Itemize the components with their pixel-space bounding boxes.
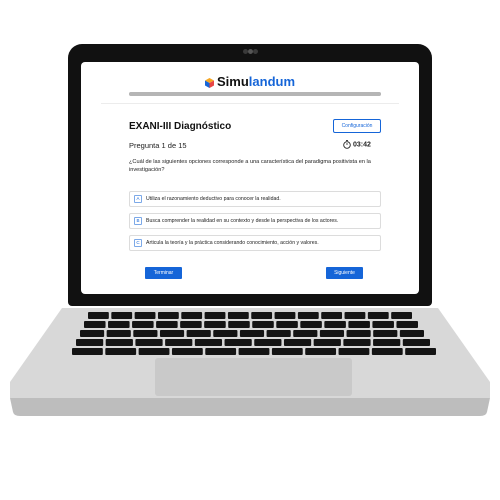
keyboard-key xyxy=(274,312,296,319)
keyboard-key xyxy=(105,339,133,346)
keyboard-key xyxy=(135,339,163,346)
progress-fill xyxy=(129,92,381,96)
keyboard-key xyxy=(300,321,322,328)
keyboard-key xyxy=(138,348,170,355)
stopwatch-icon xyxy=(343,140,351,149)
keyboard-key xyxy=(227,312,249,319)
next-button[interactable]: Siguiente xyxy=(326,267,363,279)
keyboard-key xyxy=(396,321,418,328)
keyboard-key xyxy=(111,312,133,319)
config-button[interactable]: Configuración xyxy=(333,119,381,133)
keyboard-key xyxy=(76,339,104,346)
keyboard-key xyxy=(319,330,345,337)
option-c[interactable]: C Articula la teoría y la práctica consi… xyxy=(129,235,381,251)
keyboard-key xyxy=(80,330,105,337)
option-text: Busca comprender la realidad en su conte… xyxy=(146,218,339,224)
screen: Simulandum EXANI-III Diagnóstico Configu… xyxy=(81,62,419,294)
keyboard-key xyxy=(108,321,130,328)
timer-value: 03:42 xyxy=(353,141,371,149)
keyboard-key xyxy=(266,330,291,337)
keyboard-key xyxy=(373,339,401,346)
keyboard-key xyxy=(228,321,250,328)
keyboard-key xyxy=(181,312,203,319)
keyboard-key xyxy=(194,339,223,346)
keyboard-key xyxy=(305,348,337,355)
header-divider xyxy=(101,103,399,104)
option-a[interactable]: A Utiliza el razonamiento deductivo para… xyxy=(129,191,381,207)
keyboard-key xyxy=(346,330,371,337)
keyboard xyxy=(72,312,436,355)
keyboard-key xyxy=(399,330,424,337)
keyboard-key xyxy=(343,339,371,346)
keyboard-key xyxy=(313,339,341,346)
trackpad xyxy=(155,358,352,396)
keyboard-key xyxy=(132,321,154,328)
keyboard-key xyxy=(344,312,366,319)
keyboard-key xyxy=(134,312,156,319)
keyboard-key xyxy=(276,321,298,328)
keyboard-key xyxy=(72,348,103,355)
keyboard-key xyxy=(204,312,226,319)
keyboard-key xyxy=(402,339,430,346)
cube-logo-icon xyxy=(204,77,214,88)
keyboard-key xyxy=(213,330,238,337)
keyboard-key xyxy=(371,348,403,355)
keyboard-key xyxy=(159,330,185,337)
keyboard-key xyxy=(372,321,394,328)
option-letter: A xyxy=(134,195,142,203)
keyboard-key xyxy=(171,348,203,355)
question-counter: Pregunta 1 de 15 xyxy=(129,141,187,150)
keyboard-key xyxy=(106,330,131,337)
keyboard-key xyxy=(321,312,343,319)
keyboard-key xyxy=(391,312,412,319)
option-letter: B xyxy=(134,217,142,225)
brand-name-part1: Simu xyxy=(216,74,249,89)
keyboard-key xyxy=(348,321,370,328)
keyboard-key xyxy=(180,321,202,328)
keyboard-key xyxy=(88,312,109,319)
option-b[interactable]: B Busca comprender la realidad en su con… xyxy=(129,213,381,229)
keyboard-key xyxy=(205,348,237,355)
keyboard-key xyxy=(224,339,252,346)
keyboard-key xyxy=(239,330,265,337)
question-text: ¿Cuál de las siguientes opciones corresp… xyxy=(129,159,371,173)
brand-name-part2: landum xyxy=(248,74,296,89)
option-text: Utiliza el razonamiento deductivo para c… xyxy=(146,196,281,202)
keyboard-key xyxy=(367,312,389,319)
keyboard-key xyxy=(293,330,318,337)
option-letter: C xyxy=(134,239,142,247)
keyboard-key xyxy=(156,321,178,328)
finish-button[interactable]: Terminar xyxy=(145,267,182,279)
keyboard-key xyxy=(105,348,137,355)
keyboard-key xyxy=(373,330,398,337)
keyboard-key xyxy=(271,348,303,355)
keyboard-key xyxy=(238,348,270,355)
keyboard-key xyxy=(405,348,436,355)
keyboard-key xyxy=(165,339,193,346)
keyboard-key xyxy=(204,321,226,328)
keyboard-key xyxy=(252,321,274,328)
keyboard-key xyxy=(283,339,312,346)
keyboard-key xyxy=(251,312,273,319)
keyboard-key xyxy=(186,330,211,337)
keyboard-key xyxy=(84,321,106,328)
webcam xyxy=(243,49,258,54)
keyboard-key xyxy=(254,339,282,346)
exam-title: EXANI-III Diagnóstico xyxy=(129,121,232,132)
option-text: Articula la teoría y la práctica conside… xyxy=(146,240,319,246)
keyboard-key xyxy=(324,321,346,328)
keyboard-key xyxy=(338,348,370,355)
keyboard-key xyxy=(297,312,319,319)
timer: 03:42 xyxy=(343,140,371,149)
keyboard-key xyxy=(157,312,179,319)
brand-logo: Simulandum xyxy=(81,74,419,89)
keyboard-key xyxy=(133,330,158,337)
progress-bar xyxy=(129,92,381,96)
laptop-lid: Simulandum EXANI-III Diagnóstico Configu… xyxy=(68,44,432,306)
